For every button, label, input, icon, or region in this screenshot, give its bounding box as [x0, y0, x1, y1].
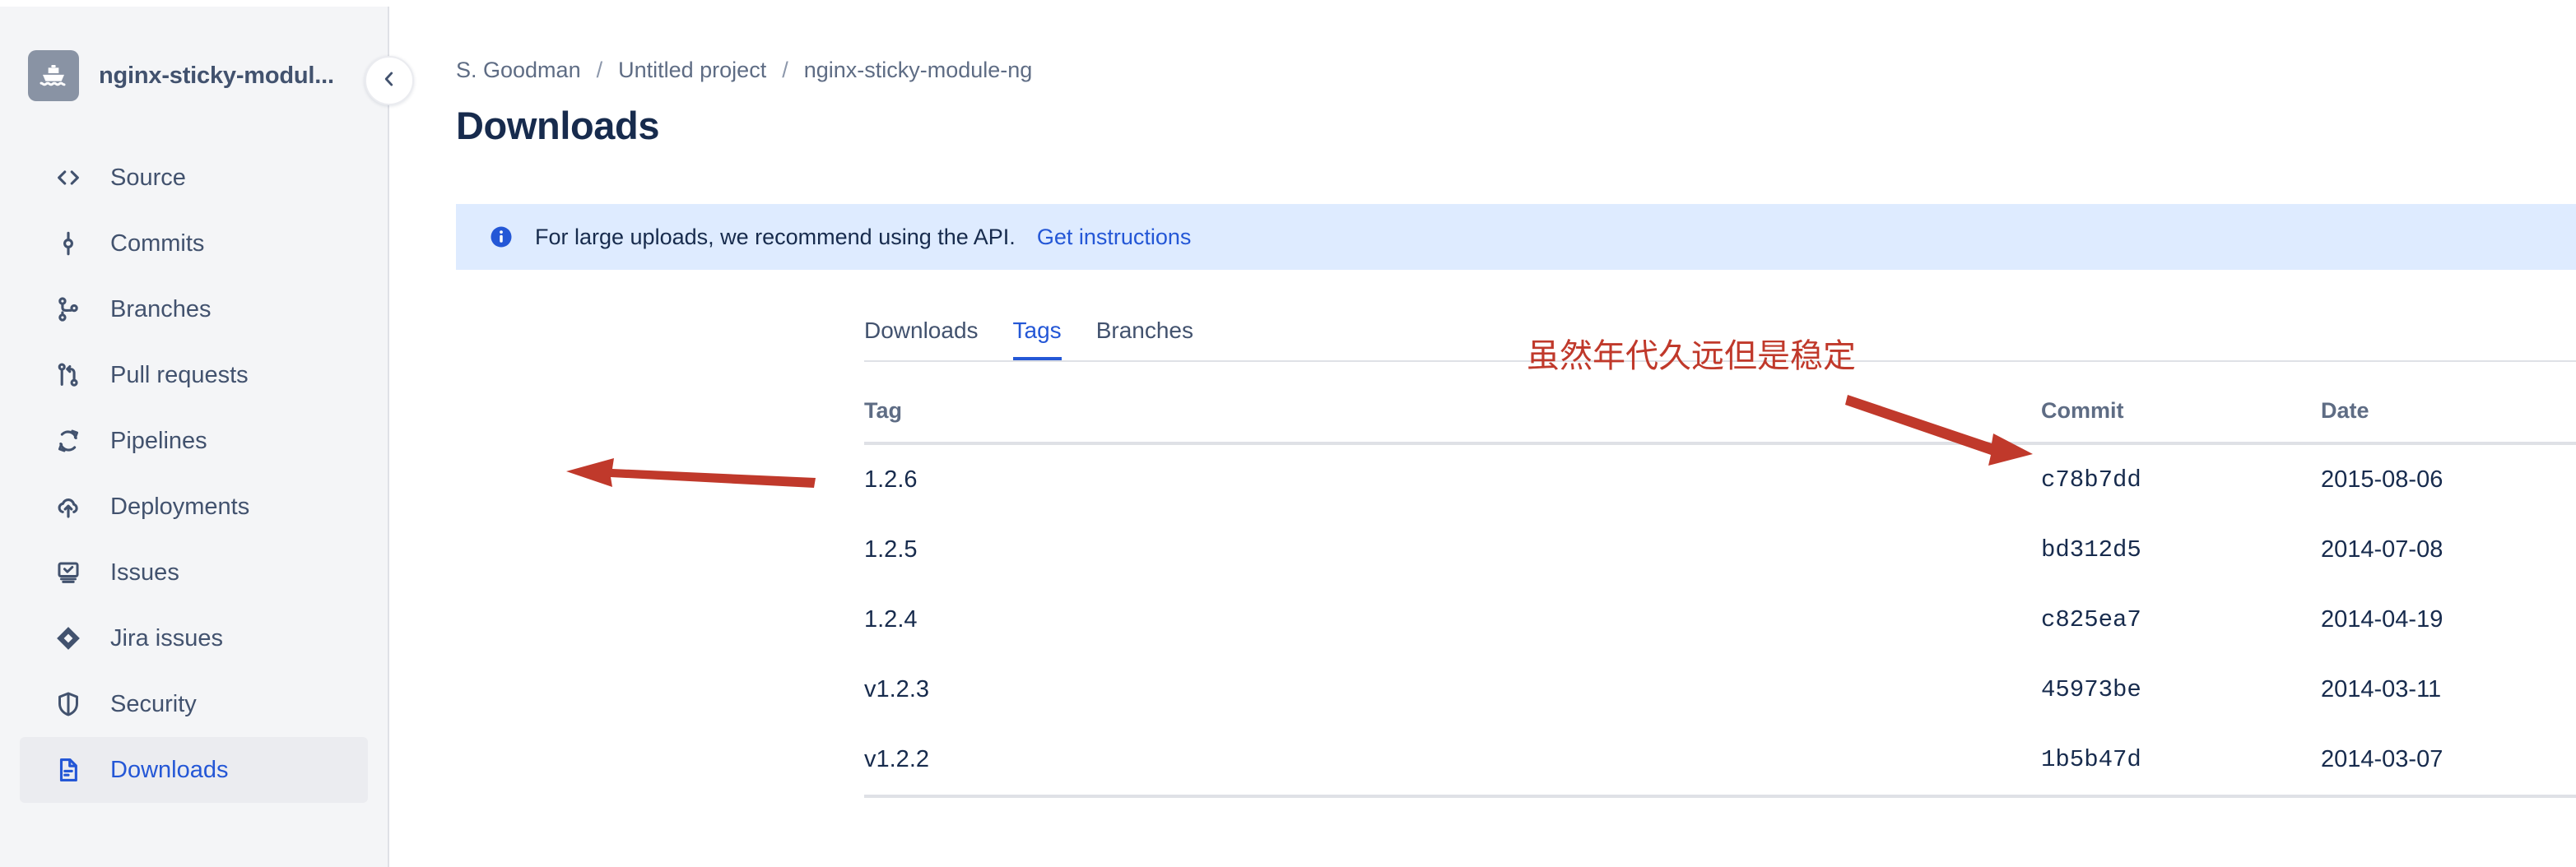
table-row[interactable]: v1.2.3 45973be 2014-03-11: [864, 655, 2576, 725]
cell-commit[interactable]: 45973be: [2041, 655, 2321, 725]
cell-tag[interactable]: v1.2.2: [864, 725, 2041, 796]
jira-diamond-icon: [51, 621, 86, 656]
table-header-row: Tag Commit Date: [864, 378, 2576, 443]
get-instructions-link[interactable]: Get instructions: [1037, 225, 1192, 250]
sidebar-item-deployments[interactable]: Deployments: [20, 474, 368, 540]
sidebar-item-label: Source: [110, 165, 186, 192]
sidebar-item-label: Jira issues: [110, 625, 223, 652]
sidebar-item-pipelines[interactable]: Pipelines: [20, 408, 368, 474]
breadcrumb-separator: /: [782, 58, 788, 83]
sidebar-item-commits[interactable]: Commits: [20, 211, 368, 276]
sidebar-item-label: Security: [110, 691, 197, 718]
table-row[interactable]: 1.2.4 c825ea7 2014-04-19: [864, 585, 2576, 655]
sidebar-item-jira-issues[interactable]: Jira issues: [20, 605, 368, 671]
cell-tag[interactable]: 1.2.4: [864, 585, 2041, 655]
table-row[interactable]: 1.2.6 c78b7dd 2015-08-06: [864, 443, 2576, 515]
sidebar-item-label: Pipelines: [110, 428, 207, 455]
sidebar-item-label: Downloads: [110, 757, 228, 784]
sidebar-item-label: Deployments: [110, 494, 249, 521]
info-banner: For large uploads, we recommend using th…: [456, 204, 2576, 270]
sidebar-item-downloads[interactable]: Downloads: [20, 737, 368, 803]
sidebar-nav: Source Commits: [0, 145, 388, 803]
branch-icon: [51, 292, 86, 327]
column-header-date[interactable]: Date: [2321, 378, 2576, 443]
cell-commit[interactable]: 1b5b47d: [2041, 725, 2321, 796]
shield-icon: [51, 687, 86, 721]
main-content: S. Goodman / Untitled project / nginx-st…: [391, 7, 2576, 867]
sidebar-item-label: Pull requests: [110, 362, 249, 389]
info-circle-icon: [489, 225, 514, 249]
sidebar-item-label: Branches: [110, 296, 212, 323]
table-row[interactable]: 1.2.5 bd312d5 2014-07-08: [864, 515, 2576, 585]
file-lines-icon: [51, 753, 86, 787]
cell-date: 2014-04-19: [2321, 585, 2576, 655]
cell-commit[interactable]: c825ea7: [2041, 585, 2321, 655]
sidebar-item-security[interactable]: Security: [20, 671, 368, 737]
sync-arrows-icon: [51, 424, 86, 458]
sidebar-header: nginx-sticky-modul...: [0, 7, 388, 105]
cell-date: 2014-03-07: [2321, 725, 2576, 796]
sidebar-collapse-button[interactable]: [365, 56, 414, 105]
breadcrumb-separator: /: [597, 58, 603, 83]
cell-date: 2014-03-11: [2321, 655, 2576, 725]
cell-date: 2015-08-06: [2321, 443, 2576, 515]
cloud-upload-icon: [51, 489, 86, 524]
tab-bar-divider: [864, 360, 2576, 362]
app-root: nginx-sticky-modul... Source Co: [0, 0, 2576, 867]
tab-tags[interactable]: Tags: [1013, 318, 1062, 362]
cell-tag[interactable]: 1.2.5: [864, 515, 2041, 585]
sidebar-item-pull-requests[interactable]: Pull requests: [20, 342, 368, 408]
column-header-commit[interactable]: Commit: [2041, 378, 2321, 443]
ship-icon: [28, 50, 79, 101]
column-header-tag[interactable]: Tag: [864, 378, 2041, 443]
tab-downloads[interactable]: Downloads: [864, 318, 979, 362]
breadcrumb-item-workspace[interactable]: S. Goodman: [456, 58, 581, 83]
sidebar-item-branches[interactable]: Branches: [20, 276, 368, 342]
tab-branches[interactable]: Branches: [1096, 318, 1193, 362]
cell-date: 2014-07-08: [2321, 515, 2576, 585]
cell-tag[interactable]: v1.2.3: [864, 655, 2041, 725]
breadcrumb-item-project[interactable]: Untitled project: [618, 58, 766, 83]
tags-table: Tag Commit Date 1.2.6 c78b7dd 2015-08-06…: [864, 378, 2576, 798]
sidebar-item-label: Issues: [110, 559, 179, 586]
cell-tag[interactable]: 1.2.6: [864, 443, 2041, 515]
sidebar: nginx-sticky-modul... Source Co: [0, 7, 389, 867]
top-strip: [0, 0, 2576, 7]
board-check-icon: [51, 555, 86, 590]
cell-commit[interactable]: bd312d5: [2041, 515, 2321, 585]
info-banner-text: For large uploads, we recommend using th…: [535, 225, 1016, 250]
sidebar-item-issues[interactable]: Issues: [20, 540, 368, 605]
sidebar-item-label: Commits: [110, 230, 204, 257]
chevron-left-icon: [379, 68, 400, 94]
page-title: Downloads: [391, 83, 2576, 148]
code-brackets-icon: [51, 160, 86, 195]
repo-name: nginx-sticky-modul...: [99, 63, 334, 90]
tab-bar: Downloads Tags Branches: [864, 313, 1228, 362]
breadcrumb: S. Goodman / Untitled project / nginx-st…: [391, 7, 2576, 83]
breadcrumb-item-repository[interactable]: nginx-sticky-module-ng: [804, 58, 1033, 83]
pull-request-icon: [51, 358, 86, 392]
cell-commit[interactable]: c78b7dd: [2041, 443, 2321, 515]
table-row[interactable]: v1.2.2 1b5b47d 2014-03-07: [864, 725, 2576, 796]
sidebar-item-source[interactable]: Source: [20, 145, 368, 211]
commit-node-icon: [51, 226, 86, 261]
